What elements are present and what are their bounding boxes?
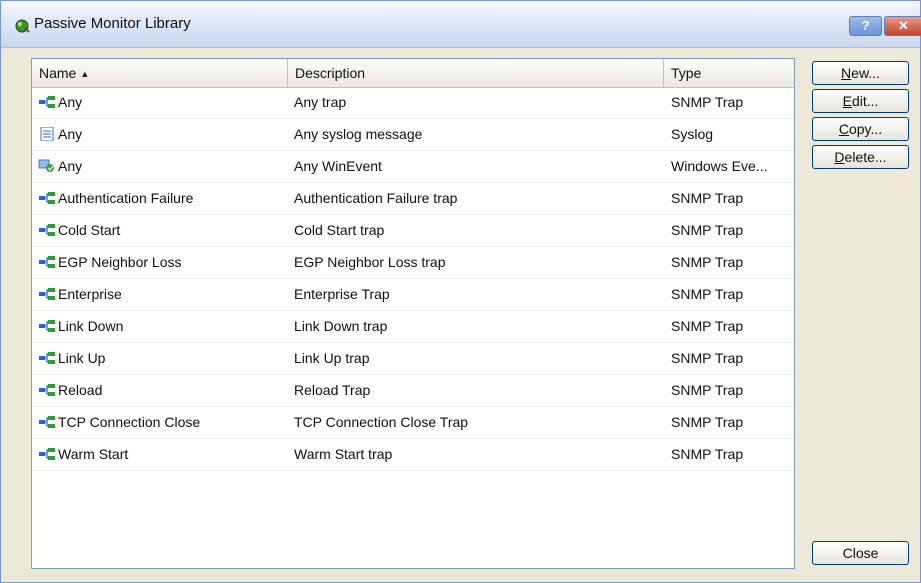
column-header-name[interactable]: Name ▲ [32, 59, 288, 87]
row-type: Windows Eve... [671, 158, 768, 174]
row-description: Enterprise Trap [294, 286, 390, 302]
row-description: Link Down trap [294, 318, 388, 334]
row-name: Any [58, 94, 83, 110]
help-icon: ? [861, 18, 870, 33]
table-row[interactable]: Warm Start Warm Start trap SNMP Trap [32, 439, 794, 471]
row-type: SNMP Trap [671, 222, 744, 238]
table-row[interactable]: Cold Start Cold Start trap SNMP Trap [32, 215, 794, 247]
table-row[interactable]: Any Any syslog message Syslog [32, 119, 794, 151]
row-description: Any WinEvent [294, 158, 382, 174]
column-header-description[interactable]: Description [288, 59, 664, 87]
row-description: TCP Connection Close Trap [294, 414, 469, 430]
list-header: Name ▲ Description Type [32, 59, 794, 88]
row-type: SNMP Trap [671, 446, 744, 462]
row-name: Link Up [58, 350, 106, 366]
table-row[interactable]: TCP Connection Close TCP Connection Close… [32, 407, 794, 439]
row-description: Cold Start trap [294, 222, 385, 238]
row-type: SNMP Trap [671, 94, 744, 110]
table-row[interactable]: Link Up Link Up trap SNMP Trap [32, 343, 794, 375]
new-button[interactable]: New... [812, 61, 909, 85]
delete-button[interactable]: Delete... [812, 145, 909, 169]
table-row[interactable]: Any Any trap SNMP Trap [32, 87, 794, 119]
table-row[interactable]: Authentication Failure Authentication Fai… [32, 183, 794, 215]
title-bar[interactable]: Passive Monitor Library ? ✕ [1, 1, 921, 48]
table-row[interactable]: Any Any WinEvent Windows Eve... [32, 151, 794, 183]
copy-button[interactable]: Copy... [812, 117, 909, 141]
close-icon: ✕ [898, 18, 909, 33]
monitor-list[interactable]: Name ▲ Description Type Any Any trap SNMP T… [31, 58, 795, 569]
row-description: Any syslog message [294, 126, 423, 142]
row-name: Enterprise [58, 286, 122, 302]
row-name: Cold Start [58, 222, 121, 238]
row-name: Reload [58, 382, 103, 398]
row-type: SNMP Trap [671, 318, 744, 334]
close-window-button[interactable]: ✕ [884, 16, 921, 36]
row-description: Authentication Failure trap [294, 190, 458, 206]
row-description: Any trap [294, 94, 347, 110]
row-type: SNMP Trap [671, 414, 744, 430]
row-description: EGP Neighbor Loss trap [294, 254, 446, 270]
row-type: SNMP Trap [671, 382, 744, 398]
row-name: EGP Neighbor Loss [58, 254, 182, 270]
table-row[interactable]: EGP Neighbor Loss EGP Neighbor Loss trap S… [32, 247, 794, 279]
row-name: Warm Start [58, 446, 129, 462]
row-name: TCP Connection Close [58, 414, 201, 430]
row-type: SNMP Trap [671, 254, 744, 270]
help-button[interactable]: ? [849, 16, 882, 36]
row-description: Warm Start trap [294, 446, 393, 462]
table-row[interactable]: Reload Reload Trap SNMP Trap [32, 375, 794, 407]
table-row[interactable]: Link Down Link Down trap SNMP Trap [32, 311, 794, 343]
passive-monitor-library-window: Passive Monitor Library ? ✕ Name ▲ Descri… [0, 0, 921, 583]
sort-ascending-icon: ▲ [80, 69, 90, 79]
row-name: Authentication Failure [58, 190, 194, 206]
row-type: Syslog [671, 126, 714, 142]
row-name: Any [58, 126, 83, 142]
row-name: Link Down [58, 318, 124, 334]
row-description: Link Up trap [294, 350, 370, 366]
row-name: Any [58, 158, 83, 174]
row-type: SNMP Trap [671, 286, 744, 302]
app-icon [15, 19, 30, 33]
table-row[interactable]: Enterprise Enterprise Trap SNMP Trap [32, 279, 794, 311]
close-button[interactable]: Close [812, 541, 909, 565]
row-type: SNMP Trap [671, 190, 744, 206]
row-description: Reload Trap [294, 382, 371, 398]
edit-button[interactable]: Edit... [812, 89, 909, 113]
window-title: Passive Monitor Library [34, 15, 191, 32]
column-header-type[interactable]: Type [664, 59, 794, 87]
row-type: SNMP Trap [671, 350, 744, 366]
